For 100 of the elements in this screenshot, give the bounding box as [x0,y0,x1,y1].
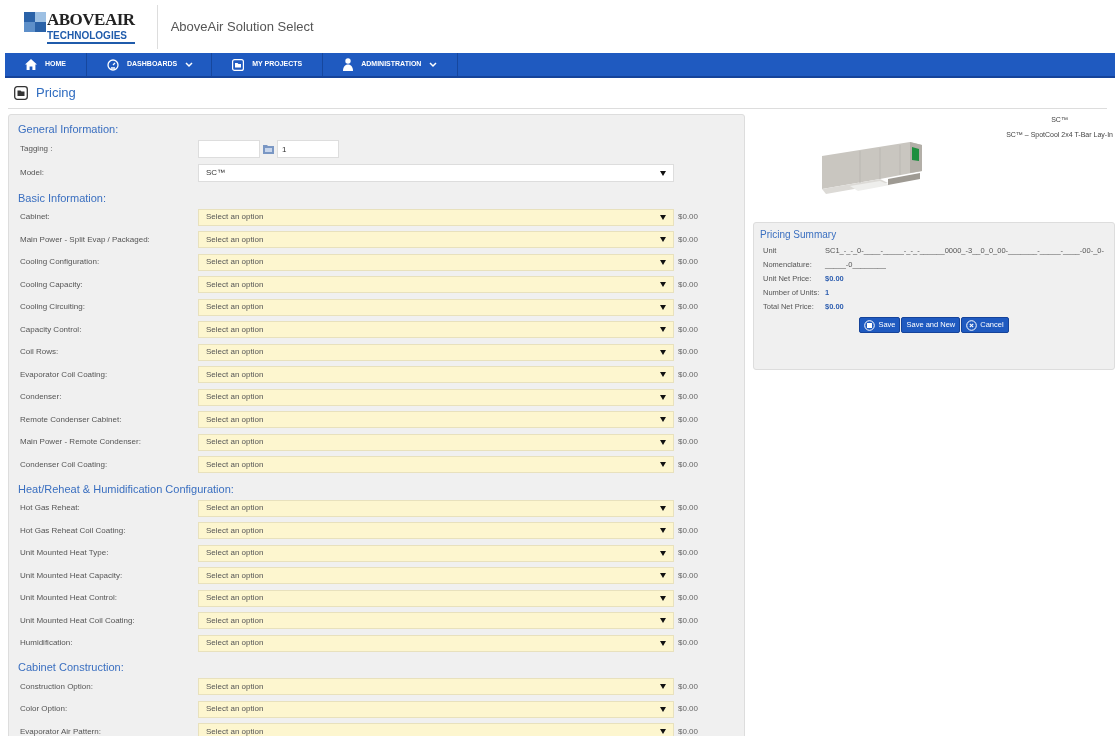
price-text: $0.00 [678,233,699,246]
option-select[interactable]: Select an option [198,456,674,474]
field-label: Remote Condenser Cabinet: [20,413,123,426]
option-select[interactable]: Select an option [198,321,674,339]
dropdown-arrow-icon [660,304,666,310]
option-select[interactable]: Select an option [198,366,674,384]
field-label: Main Power - Remote Condenser: [20,436,142,449]
field-label: Unit Mounted Heat Capacity: [20,569,124,582]
folder-icon [232,58,245,71]
field-label: Unit Mounted Heat Coil Coating: [20,614,136,627]
field-label: Unit Mounted Heat Control: [20,592,118,605]
caret-icon [429,61,438,68]
price-text: $0.00 [678,323,699,336]
option-select[interactable]: Select an option [198,544,674,562]
dropdown-arrow-icon [660,349,666,355]
field-label: Hot Gas Reheat Coil Coating: [20,524,127,537]
field-label: Cooling Circuiting: [20,301,86,314]
summary-title: Pricing Summary [760,228,838,242]
field-label: Coil Rows: [20,346,60,359]
price-text: $0.00 [678,569,699,582]
model-select[interactable]: SC™ [198,164,674,182]
logo-subtitle: TECHNOLOGIES [47,29,135,44]
dropdown-arrow-icon [660,237,666,243]
price-text: $0.00 [678,278,699,291]
dropdown-arrow-icon [660,282,666,288]
app-title: AboveAir Solution Select [170,17,314,36]
logo-wordmark: ABOVEAIR [47,9,135,30]
dropdown-arrow-icon [660,259,666,265]
option-select[interactable]: Select an option [198,589,674,607]
price-text: $0.00 [678,391,699,404]
field-label: Condenser: [20,391,63,404]
price-text: $0.00 [678,592,699,605]
option-select[interactable]: Select an option [198,231,674,249]
dropdown-arrow-icon [660,729,666,735]
field-label: Tagging : [20,143,54,155]
option-select[interactable]: Select an option [198,276,674,294]
gauge-icon [107,58,119,71]
logo-mark-icon [24,11,46,32]
price-text: $0.00 [678,502,699,515]
price-text: $0.00 [678,458,699,471]
option-select[interactable]: Select an option [198,612,674,630]
option-select[interactable]: Select an option [198,343,674,361]
option-select[interactable]: Select an option [198,522,674,540]
dropdown-arrow-icon [660,417,666,423]
dropdown-arrow-icon [660,439,666,445]
folder-icon [263,144,274,154]
field-label: Unit Mounted Heat Type: [20,547,110,560]
option-select[interactable]: Select an option [198,208,674,226]
dropdown-arrow-icon [660,170,666,176]
price-text: $0.00 [678,614,699,627]
dropdown-arrow-icon [660,327,666,333]
field-label: Hot Gas Reheat: [20,502,81,515]
dropdown-arrow-icon [660,528,666,534]
option-select[interactable]: Select an option [198,433,674,451]
field-label: Evaporator Coil Coating: [20,368,109,381]
field-label: Model: [20,167,45,179]
option-select[interactable]: Select an option [198,388,674,406]
dropdown-arrow-icon [660,505,666,511]
user-icon [343,58,354,71]
price-text: $0.00 [678,256,699,269]
field-label: Cabinet: [20,211,51,224]
price-text: $0.00 [678,524,699,537]
price-text: $0.00 [678,725,699,736]
option-select[interactable]: Select an option [198,253,674,271]
price-text: $0.00 [678,703,699,716]
price-text: $0.00 [678,680,699,693]
dropdown-arrow-icon [660,573,666,579]
close-icon [966,319,978,331]
field-label: Cooling Capacity: [20,278,84,291]
option-select[interactable]: Select an option [198,411,674,429]
option-select[interactable]: Select an option [198,298,674,316]
price-text: $0.00 [678,368,699,381]
option-select[interactable]: Select an option [198,723,674,736]
option-select[interactable]: Select an option [198,678,674,696]
dropdown-arrow-icon [660,394,666,400]
dropdown-arrow-icon [660,550,666,556]
option-select[interactable]: Select an option [198,700,674,718]
option-select[interactable]: Select an option [198,567,674,585]
tagging-field[interactable] [198,140,260,158]
price-text: $0.00 [678,637,699,650]
price-text: $0.00 [678,211,699,224]
option-select[interactable]: Select an option [198,634,674,652]
field-label: Condenser Coil Coating: [20,458,109,471]
section-heading: Heat/Reheat & Humidification Configuration: [18,481,234,497]
folder-icon [14,86,28,100]
price-text: $0.00 [678,346,699,359]
field-label: Humidification: [20,637,74,650]
dropdown-arrow-icon [660,214,666,220]
section-heading: Cabinet Construction: [18,660,124,675]
dropdown-arrow-icon [660,684,666,690]
field-label: Main Power - Split Evap / Packaged: [20,233,151,246]
field-label: Capacity Control: [20,323,83,336]
field-label: Construction Option: [20,680,94,693]
price-text: $0.00 [678,436,699,449]
price-text: $0.00 [678,547,699,560]
tag-number-field[interactable]: 1 [277,140,339,158]
price-text: $0.00 [678,301,699,314]
section-heading: General Information: [18,121,119,137]
option-select[interactable]: Select an option [198,499,674,517]
caret-icon [185,61,194,68]
